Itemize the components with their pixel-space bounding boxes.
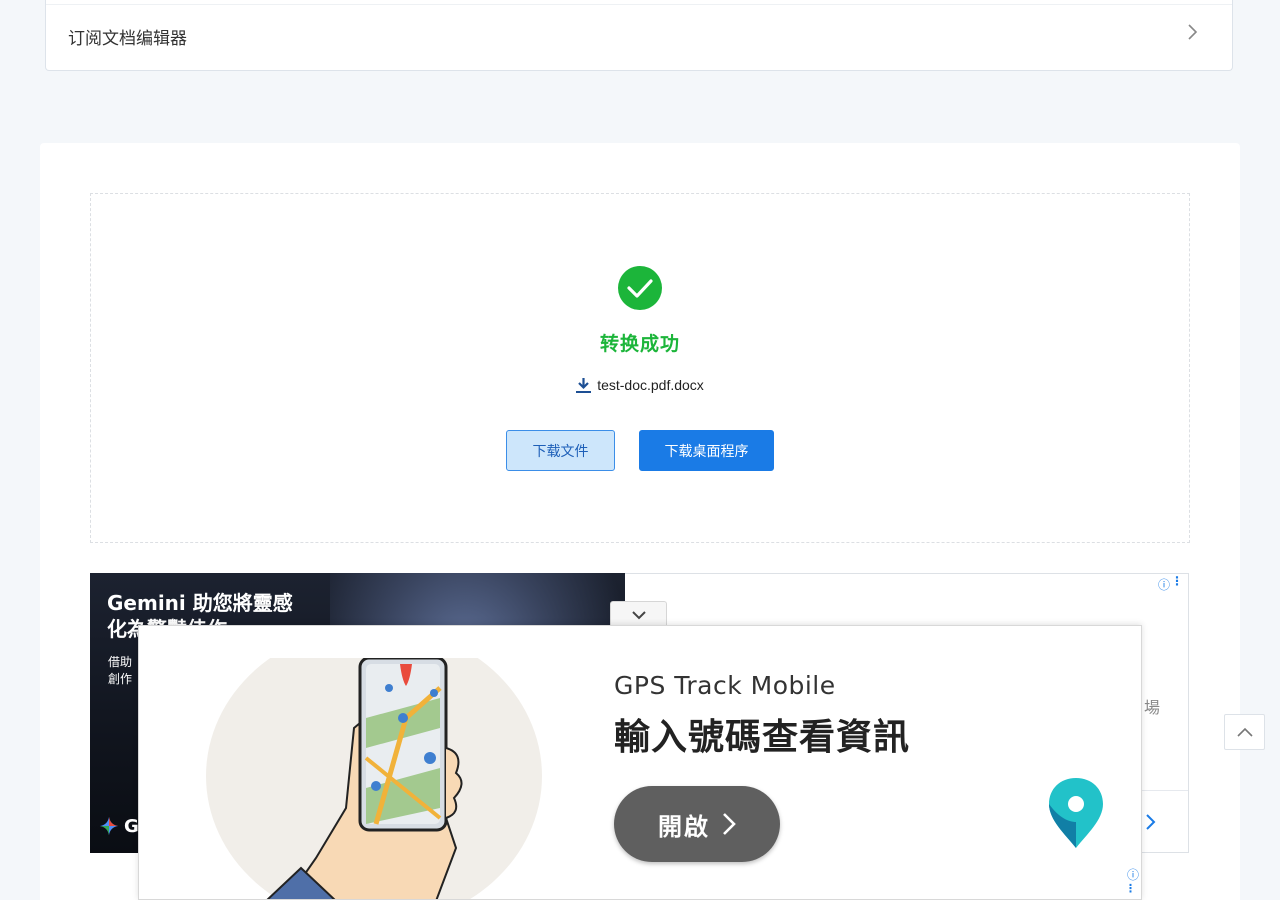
collapse-ad-button[interactable] [610, 601, 667, 628]
file-name: test-doc.pdf.docx [597, 377, 704, 393]
status-text: 转换成功 [599, 333, 680, 355]
download-file-button[interactable]: 下载文件 [506, 430, 615, 471]
chevron-up-icon [1236, 727, 1253, 737]
ad-text-fragment: 場 [1143, 698, 1160, 717]
file-link[interactable]: test-doc.pdf.docx [91, 377, 1189, 393]
chevron-down-icon [631, 611, 646, 620]
chevron-right-icon[interactable] [1144, 812, 1158, 832]
download-desktop-app-button[interactable]: 下载桌面程序 [639, 430, 774, 471]
chevron-right-icon [1188, 24, 1198, 40]
ad-info-icon[interactable]: ⓘ [1158, 576, 1170, 593]
ad-brand: GPS Track Mobile [614, 671, 836, 700]
open-button[interactable]: 開啟 [614, 786, 780, 862]
success-check-icon [618, 266, 662, 310]
ad-brand-letter: G [124, 816, 139, 837]
location-pin-icon [1049, 778, 1103, 848]
back-to-top-button[interactable] [1224, 714, 1265, 750]
download-icon [576, 378, 592, 393]
gemini-star-icon [100, 817, 118, 835]
ad-subtext: 借助 創作 [108, 655, 133, 686]
divider [46, 4, 1232, 5]
ad-menu-icon[interactable]: ⋮ [1125, 882, 1136, 895]
editor-subscribe-label: 订阅文档编辑器 [68, 29, 187, 49]
result-box: 转换成功 test-doc.pdf.docx 下载文件 下载桌面程序 [90, 193, 1190, 543]
chevron-right-icon [723, 813, 736, 835]
ad-menu-icon[interactable]: ⋮ [1171, 574, 1183, 588]
phone-map-illustration [206, 658, 542, 899]
editor-subscribe-row[interactable]: 订阅文档编辑器 [45, 0, 1233, 71]
ad-headline: 輸入號碼查看資訊 [614, 717, 911, 758]
ad-info-icon[interactable]: ⓘ [1127, 866, 1139, 883]
open-button-label: 開啟 [658, 812, 710, 841]
anchor-ad[interactable]: GPS Track Mobile 輸入號碼查看資訊 開啟 ⓘ ⋮ [138, 625, 1142, 900]
